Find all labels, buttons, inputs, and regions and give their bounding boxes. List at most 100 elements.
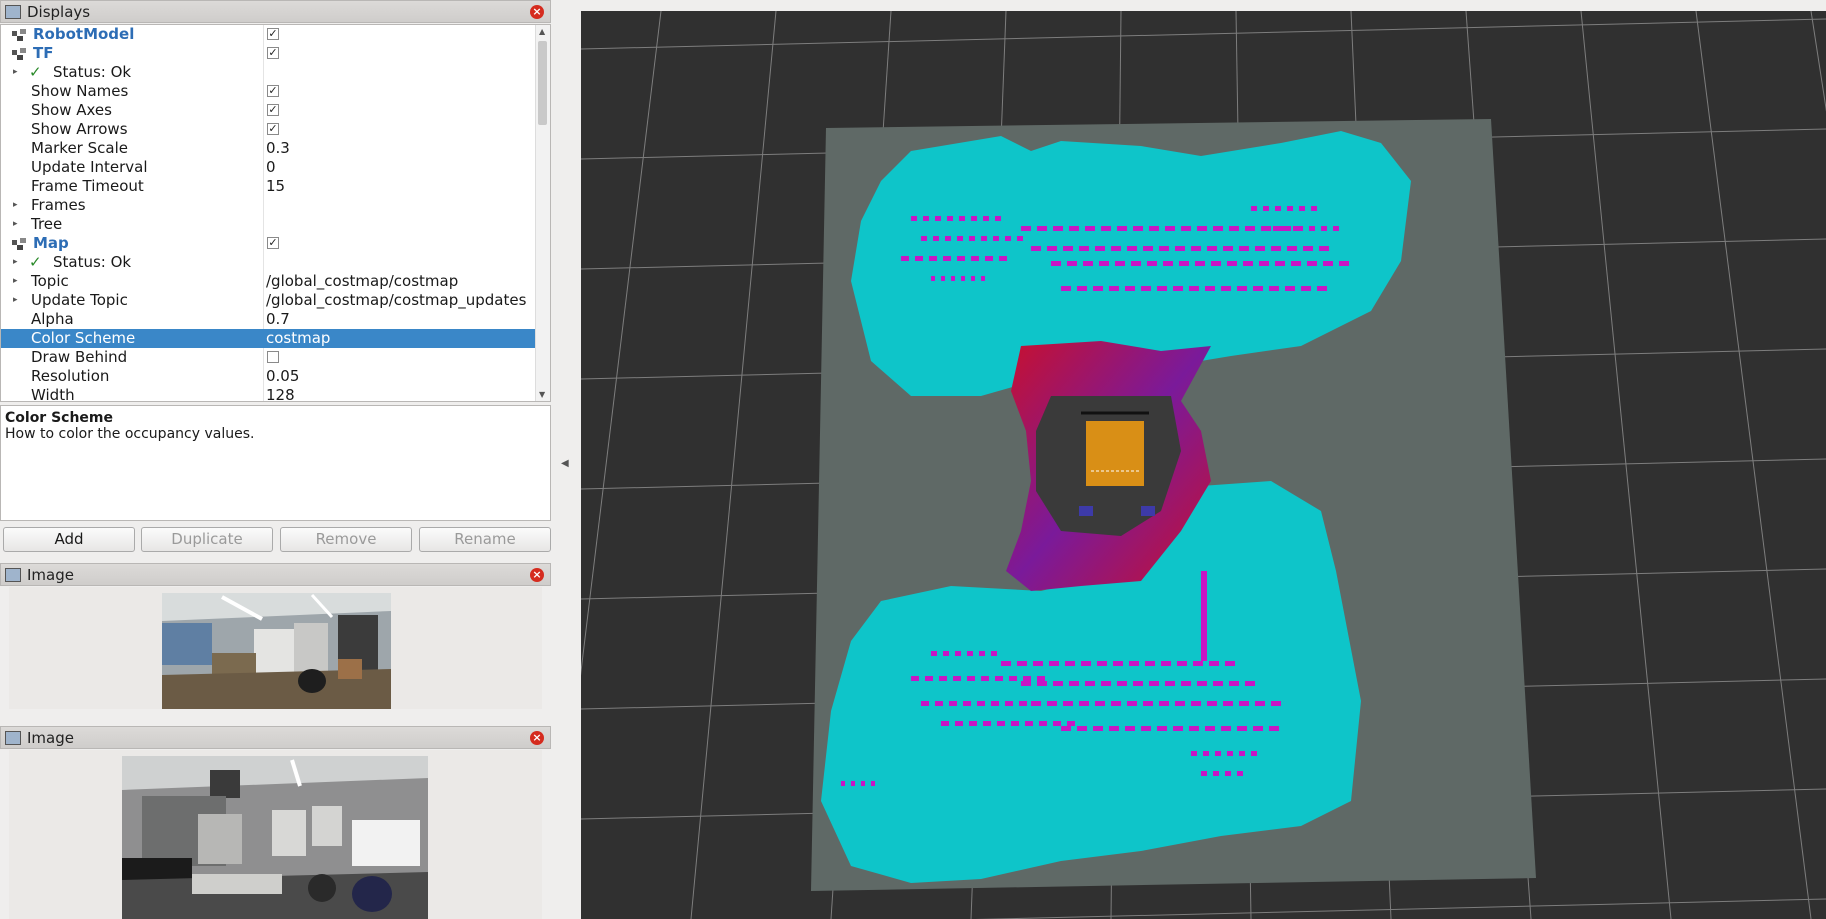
property-value[interactable]: 0.05 [266, 367, 299, 386]
lethal-obstacle-top [1223, 246, 1233, 251]
close-icon[interactable]: × [530, 731, 544, 745]
tree-row-frames[interactable]: ▸ Frames [1, 196, 537, 215]
lethal-obstacle-top [1253, 286, 1263, 291]
lethal-obstacle-bottom [991, 651, 997, 656]
property-checkbox[interactable] [267, 351, 279, 363]
tree-row-show-arrows[interactable]: Show Arrows ✓ [1, 120, 537, 139]
lethal-obstacle-bottom [977, 701, 985, 706]
lethal-obstacle-bottom [911, 676, 919, 681]
property-name: TF [33, 44, 54, 62]
tree-row-show-axes[interactable]: Show Axes ✓ [1, 101, 537, 120]
lethal-obstacle-top [1333, 226, 1339, 231]
tree-row-tf[interactable]: TF ✓ [1, 44, 537, 63]
tree-row-tree[interactable]: ▸ Tree [1, 215, 537, 234]
lethal-obstacle-top [935, 216, 941, 221]
tree-row-resolution[interactable]: Resolution 0.05 [1, 367, 537, 386]
lethal-obstacle-bottom [995, 676, 1003, 681]
property-value[interactable]: 0.3 [266, 139, 290, 158]
property-value[interactable]: 0.7 [266, 310, 290, 329]
lethal-obstacle-top [1125, 286, 1135, 291]
image-icon [5, 730, 21, 745]
lethal-obstacle-top [1287, 246, 1297, 251]
tree-row-update-topic[interactable]: ▸ Update Topic/global_costmap/costmap_upd… [1, 291, 537, 310]
tree-row-draw-behind[interactable]: Draw Behind [1, 348, 537, 367]
image-panel-1-header: Image × [0, 563, 551, 586]
scrollbar-thumb[interactable] [538, 41, 547, 125]
scroll-down-icon[interactable]: ▼ [539, 390, 545, 399]
property-checkbox[interactable]: ✓ [267, 47, 279, 59]
lethal-obstacle-bottom [1209, 661, 1219, 666]
tree-row-robotmodel[interactable]: RobotModel ✓ [1, 25, 537, 44]
lethal-obstacle-top [993, 236, 999, 241]
lethal-obstacle-bottom [1077, 726, 1087, 731]
property-value[interactable]: 15 [266, 177, 285, 196]
lethal-obstacle-top [1285, 226, 1291, 231]
lethal-obstacle-bottom [949, 701, 957, 706]
scroll-up-icon[interactable]: ▲ [539, 27, 545, 36]
tree-row-status-ok[interactable]: ▸ ✓ Status: Ok [1, 253, 537, 272]
lethal-obstacle-bottom [1237, 726, 1247, 731]
lethal-obstacle-bottom [851, 781, 855, 786]
property-value[interactable]: costmap [266, 329, 330, 348]
tree-row-topic[interactable]: ▸ Topic/global_costmap/costmap [1, 272, 537, 291]
lethal-obstacle-top [985, 256, 993, 261]
property-checkbox[interactable]: ✓ [267, 28, 279, 40]
tree-row-map[interactable]: Map ✓ [1, 234, 537, 253]
property-checkbox[interactable]: ✓ [267, 104, 279, 116]
tree-row-alpha[interactable]: Alpha 0.7 [1, 310, 537, 329]
rename-button[interactable]: Rename [419, 527, 551, 552]
remove-button[interactable]: Remove [280, 527, 412, 552]
tree-row-show-names[interactable]: Show Names ✓ [1, 82, 537, 101]
lethal-obstacle-top [1339, 261, 1349, 266]
tree-row-marker-scale[interactable]: Marker Scale 0.3 [1, 139, 537, 158]
lethal-obstacle-bottom [1207, 701, 1217, 706]
expand-arrow-icon[interactable]: ▸ [13, 63, 18, 82]
property-name: Topic [31, 272, 69, 290]
tree-row-status-ok[interactable]: ▸ ✓ Status: Ok [1, 63, 537, 82]
lethal-obstacle-bottom [1145, 661, 1155, 666]
lethal-obstacle-bottom [1031, 701, 1041, 706]
lethal-obstacle-bottom [981, 676, 989, 681]
lethal-obstacle-top [1311, 206, 1317, 211]
expand-arrow-icon[interactable]: ▸ [13, 291, 18, 310]
lethal-obstacle-bottom [1125, 726, 1135, 731]
property-value[interactable]: /global_costmap/costmap [266, 272, 458, 291]
lethal-obstacle-bottom [1033, 661, 1043, 666]
duplicate-button[interactable]: Duplicate [141, 527, 273, 552]
lethal-obstacle-top [943, 256, 951, 261]
displays-tree[interactable]: RobotModel ✓ TF ✓ ▸ ✓ Status: Ok Show Names ✓ Sho… [0, 24, 551, 402]
add-button[interactable]: Add [3, 527, 135, 552]
tree-row-color-scheme[interactable]: Color Scheme costmap [1, 329, 537, 348]
tree-row-frame-timeout[interactable]: Frame Timeout 15 [1, 177, 537, 196]
lethal-obstacle-top [1205, 286, 1215, 291]
tree-scrollbar[interactable]: ▲ ▼ [535, 25, 550, 401]
property-value[interactable]: /global_costmap/costmap_updates [266, 291, 526, 310]
lethal-obstacle-bottom [1111, 701, 1121, 706]
viewport-canvas[interactable] [581, 11, 1826, 919]
robot-model [1086, 421, 1144, 486]
lethal-obstacle-bottom [1047, 701, 1057, 706]
property-checkbox[interactable]: ✓ [267, 123, 279, 135]
property-checkbox[interactable]: ✓ [267, 237, 279, 249]
image-icon [5, 567, 21, 582]
property-name: Update Interval [31, 158, 148, 176]
rviz-3d-viewport[interactable] [581, 11, 1826, 919]
property-checkbox[interactable]: ✓ [267, 85, 279, 97]
expand-arrow-icon[interactable]: ▸ [13, 196, 18, 215]
close-icon[interactable]: × [530, 5, 544, 19]
lethal-obstacle-bottom [1129, 661, 1139, 666]
expand-arrow-icon[interactable]: ▸ [13, 253, 18, 272]
expand-arrow-icon[interactable]: ▸ [13, 272, 18, 291]
lethal-obstacle-top [1127, 246, 1137, 251]
close-icon[interactable]: × [530, 568, 544, 582]
lethal-obstacle-top [923, 216, 929, 221]
expand-arrow-icon[interactable]: ▸ [13, 215, 18, 234]
lethal-obstacle-bottom [1173, 726, 1183, 731]
tree-row-width[interactable]: Width 128 [1, 386, 537, 401]
property-name: Show Axes [31, 101, 112, 119]
property-value[interactable]: 0 [266, 158, 276, 177]
property-value[interactable]: 128 [266, 386, 295, 401]
lethal-obstacle-bottom [1175, 701, 1185, 706]
tree-row-update-interval[interactable]: Update Interval 0 [1, 158, 537, 177]
collapse-panel-icon[interactable]: ◀ [561, 458, 569, 469]
